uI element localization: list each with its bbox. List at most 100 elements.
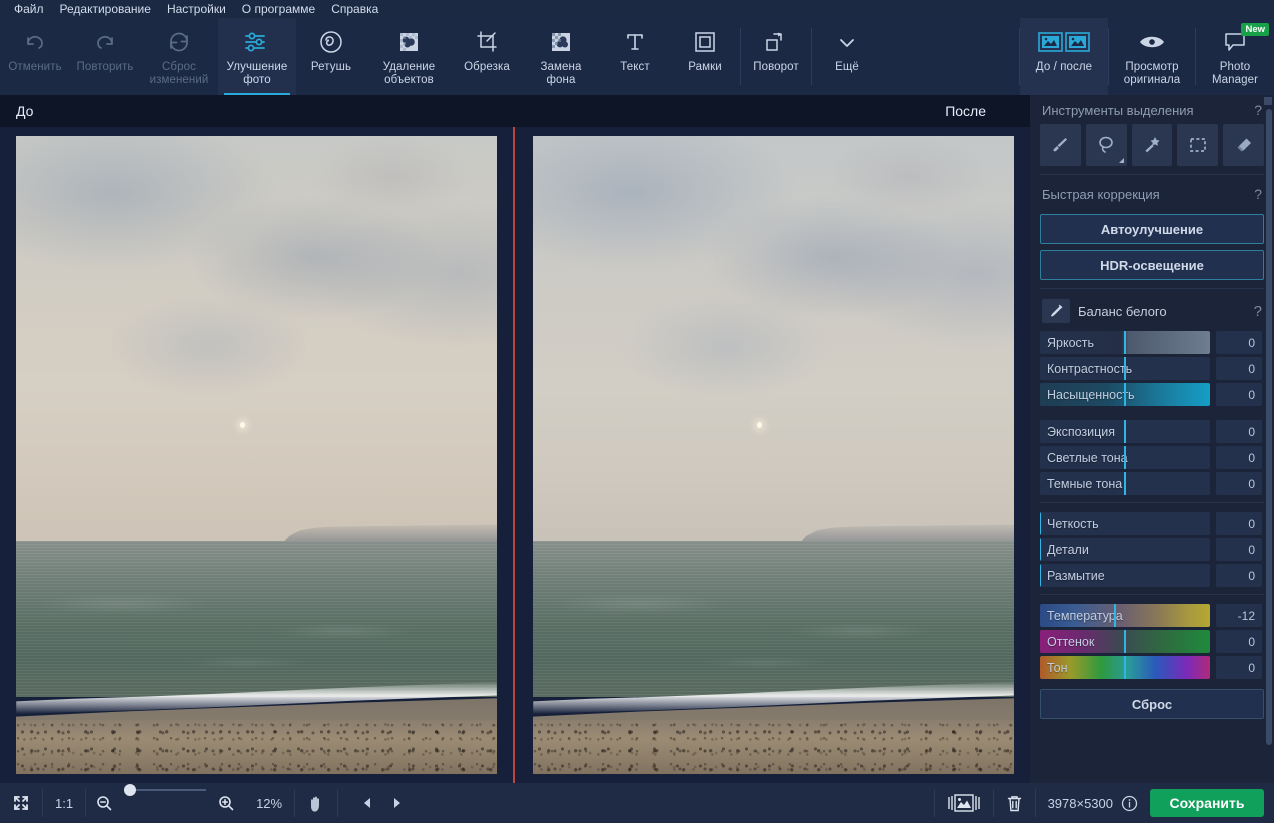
tab-rotate[interactable]: Поворот [741,18,811,95]
tab-frames[interactable]: Рамки [670,18,740,95]
trash-icon [1006,794,1023,813]
hdr-lighting-button[interactable]: HDR-освещение [1040,250,1264,280]
exposure-slider[interactable]: Экспозиция [1040,420,1210,443]
before-after-button[interactable]: До / после [1020,18,1108,95]
after-image-pane[interactable] [533,136,1014,774]
sharpness-value[interactable]: 0 [1216,512,1262,535]
blur-slider[interactable]: Размытие [1040,564,1210,587]
sidebar-scrollbar[interactable] [1264,95,1274,783]
exposure-handle[interactable] [1124,420,1126,443]
brightness-handle[interactable] [1124,331,1126,354]
image-gallery-button[interactable] [935,783,993,823]
image-canvas[interactable] [0,127,1030,783]
tab-background-replace[interactable]: Замена фона [522,18,600,95]
saturation-handle[interactable] [1124,383,1126,406]
highlights-value[interactable]: 0 [1216,446,1262,469]
saturation-value[interactable]: 0 [1216,383,1262,406]
before-after-divider[interactable] [513,127,515,783]
sharpness-slider[interactable]: Четкость [1040,512,1210,535]
shadows-handle[interactable] [1124,472,1126,495]
magic-wand-tool[interactable] [1131,124,1173,166]
quick-fix-help-icon[interactable]: ? [1254,186,1262,202]
menu-settings[interactable]: Настройки [159,0,234,18]
zoom-slider[interactable] [124,783,207,797]
reset-changes-button[interactable]: Сброс изменений [140,18,218,95]
lasso-dropdown-caret[interactable] [1118,158,1124,163]
before-after-label: До / после [1035,61,1093,73]
white-balance-help-icon[interactable]: ? [1254,303,1262,320]
shadows-slider[interactable]: Темные тона [1040,472,1210,495]
slider-row: Четкость 0 [1040,512,1264,535]
contrast-value[interactable]: 0 [1216,357,1262,380]
temperature-handle[interactable] [1113,604,1116,627]
brightness-slider[interactable]: Яркость [1040,331,1210,354]
tab-text[interactable]: Текст [600,18,670,95]
eraser-tool[interactable] [1223,124,1264,166]
highlights-handle[interactable] [1124,446,1126,469]
next-image-button[interactable] [382,783,412,823]
selection-tools-help-icon[interactable]: ? [1254,102,1262,118]
before-after-header: До После [0,95,1030,127]
zoom-in-button[interactable] [214,783,244,823]
brush-tool[interactable] [1040,124,1081,166]
details-slider-track [1040,538,1210,561]
hand-tool-button[interactable] [295,783,337,823]
exposure-value[interactable]: 0 [1216,420,1262,443]
info-icon[interactable] [1121,795,1138,812]
shadows-value[interactable]: 0 [1216,472,1262,495]
next-image-icon [390,796,404,810]
menu-about[interactable]: О программе [234,0,323,18]
selection-tools-header: Инструменты выделения ? [1040,95,1264,124]
hue-value[interactable]: 0 [1216,656,1262,679]
tint-value[interactable]: 0 [1216,630,1262,653]
sun-spot [756,421,762,428]
redo-button[interactable]: Повторить [70,18,140,95]
delete-image-button[interactable] [994,783,1035,823]
eyedropper-icon[interactable] [1042,299,1070,323]
rect-select-tool[interactable] [1177,124,1219,166]
view-original-button[interactable]: Просмотр оригинала [1109,18,1195,95]
white-balance-title: Баланс белого [1078,303,1167,319]
undo-button[interactable]: Отменить [0,18,70,95]
brightness-value[interactable]: 0 [1216,331,1262,354]
fit-to-screen-button[interactable] [0,783,42,823]
zoom-out-button[interactable] [86,783,116,823]
background-replace-icon [548,27,574,57]
previous-image-button[interactable] [338,783,382,823]
actual-size-button[interactable]: 1:1 [43,783,85,823]
menu-file[interactable]: Файл [6,0,52,18]
temperature-slider[interactable]: Температура [1040,604,1210,627]
selection-tools-title: Инструменты выделения [1042,102,1194,118]
scrollbar-thumb[interactable] [1266,109,1272,745]
sharpness-handle[interactable] [1040,512,1041,535]
highlights-slider[interactable]: Светлые тона [1040,446,1210,469]
temperature-value[interactable]: -12 [1216,604,1262,627]
tab-remove-objects[interactable]: Удаление объектов [366,18,452,95]
hue-slider[interactable]: Тон [1040,656,1210,679]
tab-crop[interactable]: Обрезка [452,18,522,95]
more-button[interactable]: Ещё [812,18,882,95]
details-value[interactable]: 0 [1216,538,1262,561]
save-button[interactable]: Сохранить [1150,789,1264,817]
tab-retouch[interactable]: Ретушь [296,18,366,95]
saturation-slider[interactable]: Насыщенность [1040,383,1210,406]
before-image-pane[interactable] [16,136,497,774]
tint-slider[interactable]: Оттенок [1040,630,1210,653]
contrast-handle[interactable] [1124,357,1126,380]
menu-edit[interactable]: Редактирование [52,0,159,18]
details-slider[interactable]: Детали [1040,538,1210,561]
photo-manager-button[interactable]: New Photo Manager [1196,18,1274,95]
reset-button[interactable]: Сброс [1040,689,1264,719]
tab-enhance-photo[interactable]: Улучшение фото [218,18,296,95]
menu-help[interactable]: Справка [323,0,386,18]
blur-value[interactable]: 0 [1216,564,1262,587]
details-handle[interactable] [1040,538,1041,561]
contrast-slider[interactable]: Контрастность [1040,357,1210,380]
zoom-slider-knob[interactable] [124,784,137,796]
hue-handle[interactable] [1124,656,1126,679]
lasso-tool[interactable] [1085,124,1127,166]
auto-enhance-button[interactable]: Автоулучшение [1040,214,1264,244]
sliders-group-3: Четкость 0 Детали 0 Размытие 0 [1040,512,1264,587]
tint-handle[interactable] [1124,630,1126,653]
blur-handle[interactable] [1040,564,1041,587]
